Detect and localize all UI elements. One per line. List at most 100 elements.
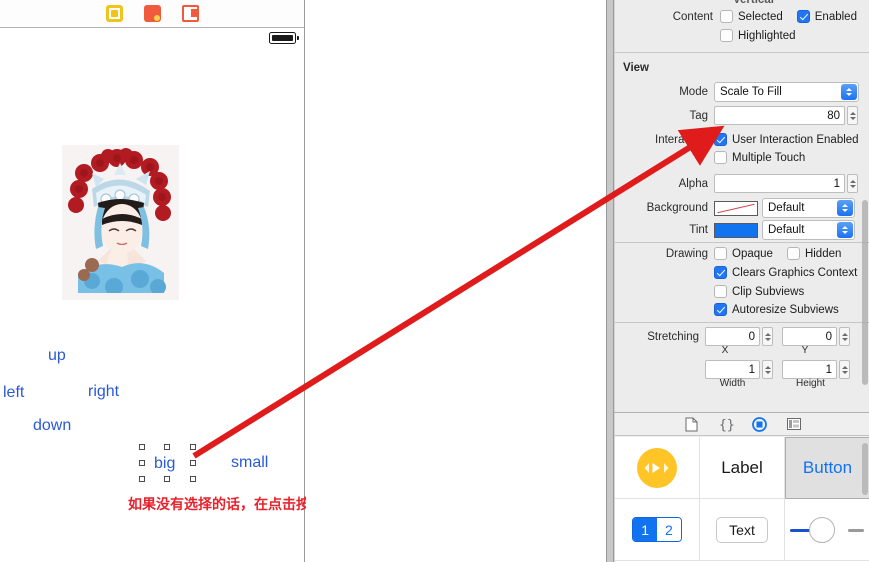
code-snippet-library-tab[interactable]: {}: [718, 416, 734, 432]
selected-checkbox[interactable]: [720, 10, 733, 23]
segmented-icon: 1 2: [632, 517, 682, 542]
autoresize-subviews-checkbox[interactable]: [714, 303, 727, 316]
selection-handles[interactable]: [139, 444, 196, 482]
library-scrollbar[interactable]: [862, 443, 868, 495]
resize-handle-top-center[interactable]: [164, 444, 170, 450]
button-item-text: Button: [802, 458, 853, 477]
drawing-row: Drawing Opaque Hidden: [640, 247, 841, 260]
alpha-field[interactable]: 1: [714, 174, 845, 193]
library-panel[interactable]: {} Label Button 1 2 Text: [614, 412, 869, 562]
stretching-width-caption: Width: [719, 378, 746, 389]
user-interaction-enabled-checkbox[interactable]: [714, 133, 727, 146]
resize-handle-top-left[interactable]: [139, 444, 145, 450]
tint-row: Tint Default: [629, 220, 855, 240]
text-field-item[interactable]: Text: [700, 499, 785, 561]
exit-icon[interactable]: [181, 5, 199, 22]
content-row: Content Selected Enabled: [667, 10, 857, 23]
storyboard-canvas[interactable]: up left right down big small 如果没有选择的话，在点…: [0, 0, 450, 562]
media-library-tab[interactable]: [786, 416, 802, 432]
first-responder-icon[interactable]: [143, 5, 161, 22]
tag-field[interactable]: 80: [714, 106, 845, 125]
tint-label: Tint: [689, 224, 708, 236]
file-template-library-tab[interactable]: [684, 416, 700, 432]
object-library-tab[interactable]: [752, 416, 768, 432]
clears-graphics-context-checkbox[interactable]: [714, 266, 727, 279]
enabled-checkbox[interactable]: [796, 10, 810, 23]
inspector-splitter[interactable]: [606, 0, 614, 562]
stretching-row: Stretching 0 0: [633, 327, 850, 346]
stretching-x-field[interactable]: 0: [705, 327, 760, 346]
label-small[interactable]: small: [231, 454, 268, 472]
label-up[interactable]: up: [48, 347, 66, 365]
tag-label: Tag: [689, 109, 708, 122]
multiple-touch-checkbox[interactable]: [714, 151, 727, 164]
library-tab-bar[interactable]: {}: [615, 413, 869, 436]
segment-1: 1: [633, 518, 657, 541]
resize-handle-bottom-right[interactable]: [190, 476, 196, 482]
mode-popup-button[interactable]: Scale To Fill: [714, 82, 859, 102]
label-right[interactable]: right: [88, 383, 119, 401]
stretching-width-stepper[interactable]: [762, 360, 773, 379]
svg-text:{}: {}: [719, 418, 734, 432]
clears-graphics-context-label: Clears Graphics Context: [732, 266, 858, 279]
resize-handle-top-right[interactable]: [190, 444, 196, 450]
label-down[interactable]: down: [33, 417, 71, 435]
library-object-grid[interactable]: Label Button 1 2 Text: [615, 437, 869, 562]
hidden-checkbox[interactable]: [786, 247, 800, 260]
opaque-label: Opaque: [732, 247, 773, 260]
background-color-swatch[interactable]: [714, 200, 758, 216]
chevron-updown-icon[interactable]: [837, 200, 853, 216]
background-row: Background Default: [629, 198, 855, 218]
image-view[interactable]: [62, 145, 179, 300]
segmented-control-item[interactable]: 1 2: [615, 499, 700, 561]
selected-label: Selected: [738, 10, 783, 23]
tag-stepper[interactable]: [847, 106, 858, 125]
stretching-width-field[interactable]: 1: [705, 360, 760, 379]
stretching-x-stepper[interactable]: [762, 327, 773, 346]
button-item[interactable]: Button: [785, 437, 869, 499]
battery-icon: [269, 32, 299, 44]
label-item-text: Label: [721, 457, 763, 477]
stretching-height-stepper[interactable]: [839, 360, 850, 379]
stretching-height-field[interactable]: 1: [782, 360, 837, 379]
resize-handle-bottom-left[interactable]: [139, 476, 145, 482]
slider-item[interactable]: [785, 499, 869, 561]
clip-subviews-label: Clip Subviews: [732, 285, 805, 298]
view-controller-icon[interactable]: [105, 5, 123, 22]
mode-value: Scale To Fill: [720, 86, 782, 98]
resize-handle-bottom-center[interactable]: [164, 476, 170, 482]
interaction-label: Interaction: [655, 133, 709, 146]
highlighted-checkbox[interactable]: [720, 29, 733, 42]
slider-icon: [790, 516, 864, 543]
scene-dock[interactable]: [0, 0, 304, 28]
tint-popup-button[interactable]: Default: [762, 220, 855, 240]
chevron-updown-icon[interactable]: [841, 84, 857, 100]
interaction-row: Interaction User Interaction Enabled: [655, 133, 859, 146]
stretching-x-caption: X: [721, 345, 729, 356]
autoresize-subviews-row: Autoresize Subviews: [714, 303, 839, 316]
resize-handle-middle-right[interactable]: [190, 460, 196, 466]
resize-handle-middle-left[interactable]: [139, 460, 145, 466]
attributes-inspector[interactable]: Vertical Content Selected Enabled Highli…: [614, 0, 869, 412]
background-label: Background: [646, 202, 708, 214]
stretching-y-stepper[interactable]: [839, 327, 850, 346]
alpha-label: Alpha: [678, 177, 708, 190]
tint-color-swatch[interactable]: [714, 222, 758, 238]
vertical-section-header: Vertical: [733, 0, 774, 6]
autoresize-subviews-label: Autoresize Subviews: [732, 303, 839, 316]
media-controller-item[interactable]: [615, 437, 700, 499]
label-item[interactable]: Label: [700, 437, 785, 499]
content-label: Content: [672, 10, 713, 23]
editor-blank-area: [306, 0, 608, 562]
stretching-y-caption: Y: [801, 345, 809, 356]
opaque-checkbox[interactable]: [714, 247, 727, 260]
chevron-updown-icon[interactable]: [837, 222, 853, 238]
clip-subviews-checkbox[interactable]: [714, 285, 727, 298]
hidden-label: Hidden: [804, 247, 842, 260]
inspector-scrollbar[interactable]: [862, 200, 868, 385]
background-popup-button[interactable]: Default: [762, 198, 855, 218]
label-left[interactable]: left: [3, 384, 24, 402]
stretching-label: Stretching: [647, 330, 699, 343]
alpha-stepper[interactable]: [847, 174, 858, 193]
stretching-y-field[interactable]: 0: [782, 327, 837, 346]
